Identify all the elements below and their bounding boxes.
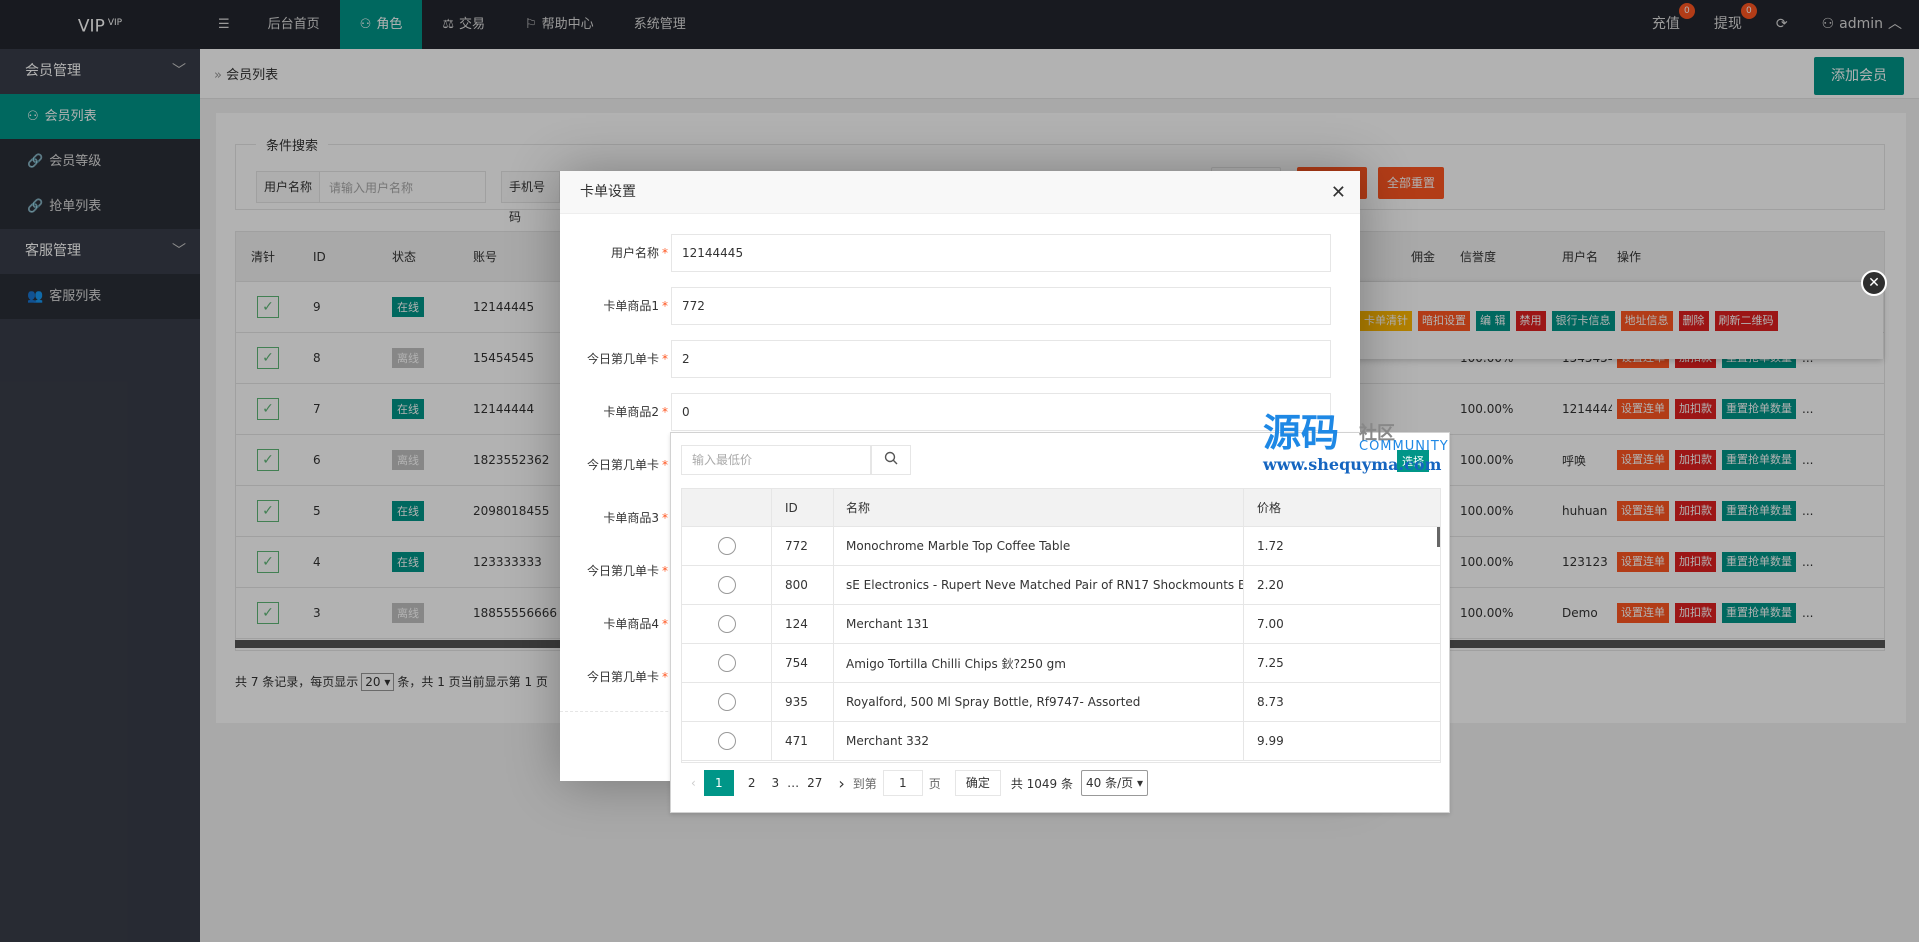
search-icon — [884, 451, 898, 469]
modal-title: 卡单设置 ✕ — [560, 171, 1360, 214]
form-input[interactable]: 2 — [671, 340, 1331, 378]
picker-pagination: ‹ 1 2 3 … 27 › 到第 1 页 确定 共 1049 条 40 条/页… — [681, 763, 1441, 803]
form-row: 今日第几单卡 * 2 — [560, 340, 1360, 378]
product-table: ID 名称 价格 772 Monochrome Marble Top Coffee… — [681, 488, 1441, 763]
search-button[interactable] — [871, 445, 911, 475]
radio-button[interactable] — [717, 615, 736, 633]
page-3[interactable]: 3 — [771, 776, 779, 790]
page-last[interactable]: 27 — [807, 776, 822, 790]
total-count: 共 1049 条 — [1010, 776, 1073, 791]
form-row: 卡单商品1 * 772 — [560, 287, 1360, 325]
picker-per-page-select[interactable]: 40 条/页 ▾ — [1081, 770, 1148, 796]
form-input[interactable]: 0 — [671, 393, 1331, 431]
page-1[interactable]: 1 — [703, 770, 734, 796]
product-row[interactable]: 754 Amigo Tortilla Chilli Chips 鈥?250 gm 7… — [682, 644, 1440, 683]
close-popup-button[interactable]: ✕ — [1861, 270, 1887, 296]
page-ellipsis: … — [787, 776, 800, 790]
prev-page-icon[interactable]: ‹ — [691, 776, 696, 790]
watermark: 源码 社区 COMMUNITY www.shequyma.com — [1263, 410, 1449, 475]
next-page-icon[interactable]: › — [838, 774, 844, 793]
radio-button[interactable] — [717, 732, 736, 750]
radio-button[interactable] — [717, 576, 736, 594]
goto-confirm-button[interactable]: 确定 — [954, 770, 1001, 796]
product-picker: 输入最低价 选择 ID 名称 价格 772 Monochrome Marble T… — [670, 432, 1450, 813]
product-row[interactable]: 772 Monochrome Marble Top Coffee Table 1.7… — [682, 527, 1440, 566]
goto-page-input[interactable]: 1 — [882, 770, 923, 796]
page-2[interactable]: 2 — [748, 776, 756, 790]
form-input[interactable]: 12144445 — [671, 234, 1331, 272]
product-row[interactable]: 935 Royalford, 500 Ml Spray Bottle, Rf974… — [682, 683, 1440, 722]
close-icon[interactable]: ✕ — [1331, 171, 1346, 214]
min-price-input[interactable]: 输入最低价 — [681, 445, 871, 475]
form-row: 卡单商品2 * 0 — [560, 393, 1360, 431]
product-row[interactable]: 471 Merchant 332 9.99 — [682, 722, 1440, 761]
product-row[interactable]: 800 sE Electronics - Rupert Neve Matched … — [682, 566, 1440, 605]
form-input[interactable]: 772 — [671, 287, 1331, 325]
radio-button[interactable] — [717, 693, 736, 711]
radio-button[interactable] — [717, 537, 736, 555]
product-table-header: ID 名称 价格 — [682, 489, 1440, 527]
radio-button[interactable] — [717, 654, 736, 672]
form-row: 用户名称 * 12144445 — [560, 234, 1360, 272]
product-row[interactable]: 124 Merchant 131 7.00 — [682, 605, 1440, 644]
